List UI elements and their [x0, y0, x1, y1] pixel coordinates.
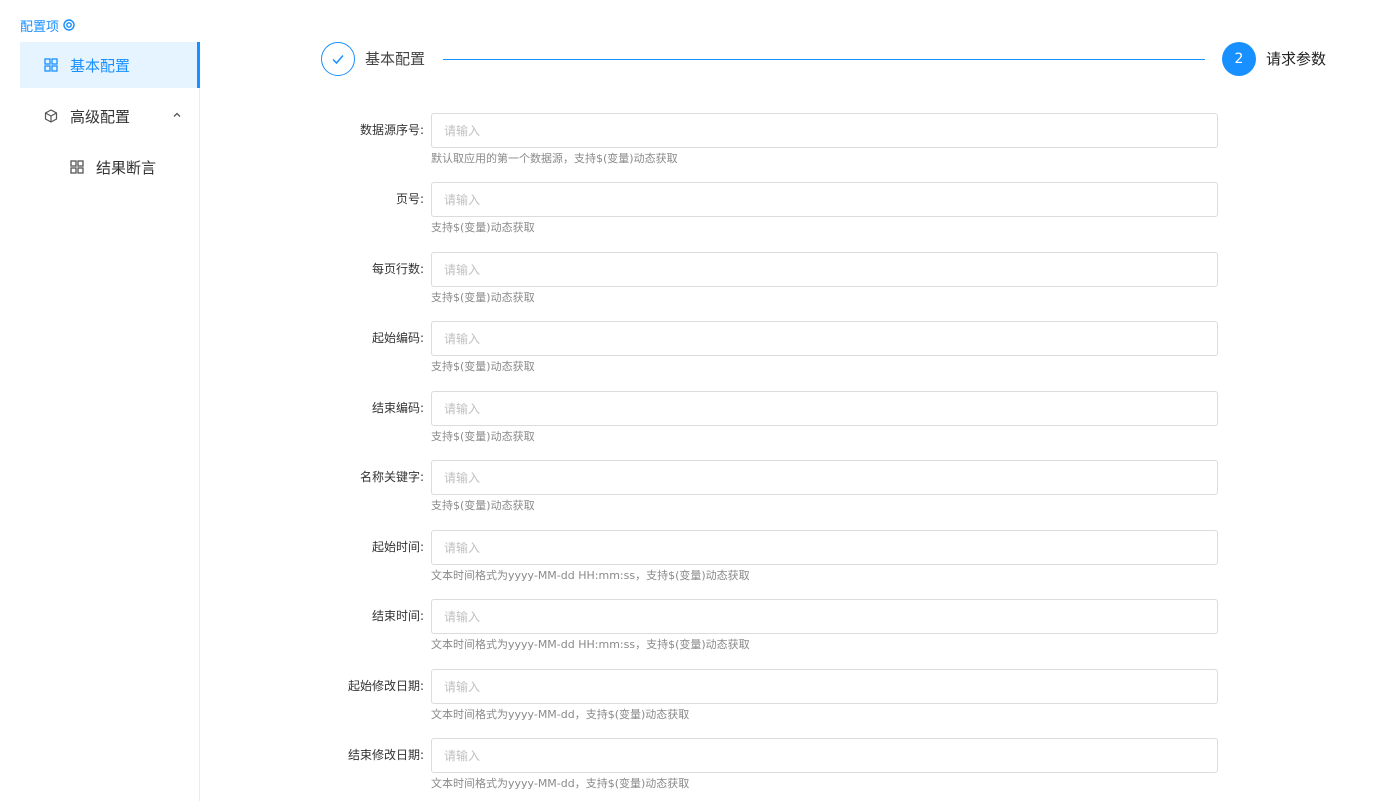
- rows-per-page-label: 每页行数:: [371, 262, 424, 276]
- start-time-input[interactable]: [431, 530, 1218, 565]
- end-time-label: 结束时间:: [371, 609, 424, 623]
- page-number-label: 页号:: [395, 192, 424, 206]
- start-code-input[interactable]: [431, 321, 1218, 356]
- datasource-index-input[interactable]: [431, 113, 1218, 148]
- step-2-indicator[interactable]: 2: [1222, 42, 1256, 76]
- step-1-indicator[interactable]: [321, 42, 355, 76]
- sidebar-item-advanced-config[interactable]: 高级配置: [20, 93, 200, 139]
- form-row-end-time: 结束时间: 文本时间格式为yyyy-MM-dd HH:mm:ss，支持$(变量)…: [300, 599, 1220, 659]
- form-row-start-modify-date: 起始修改日期: 文本时间格式为yyyy-MM-dd，支持$(变量)动态获取: [300, 669, 1220, 729]
- sidebar-item-basic-config[interactable]: 基本配置: [20, 42, 200, 88]
- start-code-help: 支持$(变量)动态获取: [431, 360, 535, 373]
- grid-icon: [70, 160, 84, 174]
- step-2-title[interactable]: 请求参数: [1266, 50, 1326, 68]
- form-row-page-number: 页号: 支持$(变量)动态获取: [300, 182, 1220, 242]
- datasource-index-help: 默认取应用的第一个数据源，支持$(变量)动态获取: [431, 152, 678, 165]
- start-code-label: 起始编码:: [371, 331, 424, 345]
- grid-icon: [44, 58, 58, 72]
- sidebar-header[interactable]: 配置项: [20, 14, 75, 36]
- page: 配置项 基本配置 高级配置 结果断言 基本配置 2 请求参数 数据源序号: 请输…: [0, 0, 1385, 801]
- target-icon[interactable]: [63, 19, 75, 31]
- step-2-number: 2: [1234, 51, 1244, 67]
- sidebar-item-result-assertion[interactable]: 结果断言: [20, 144, 200, 190]
- form-row-end-code: 结束编码: 支持$(变量)动态获取: [300, 391, 1220, 451]
- start-time-help: 文本时间格式为yyyy-MM-dd HH:mm:ss，支持$(变量)动态获取: [431, 569, 750, 582]
- sidebar-header-label: 配置项: [20, 19, 60, 35]
- chevron-up-icon[interactable]: [172, 110, 182, 120]
- step-connector: [443, 59, 1205, 60]
- page-number-input[interactable]: [431, 182, 1218, 217]
- check-icon: [330, 51, 346, 67]
- name-keyword-help: 支持$(变量)动态获取: [431, 499, 535, 512]
- end-code-help: 支持$(变量)动态获取: [431, 430, 535, 443]
- sidebar: 基本配置 高级配置 结果断言: [0, 42, 200, 801]
- sidebar-item-label: 高级配置: [70, 107, 131, 126]
- end-modify-date-input[interactable]: [431, 738, 1218, 773]
- sidebar-item-label: 结果断言: [96, 158, 157, 177]
- form-row-start-time: 起始时间: 文本时间格式为yyyy-MM-dd HH:mm:ss，支持$(变量)…: [300, 530, 1220, 590]
- rows-per-page-help: 支持$(变量)动态获取: [431, 291, 535, 304]
- step-1-title[interactable]: 基本配置: [365, 50, 425, 68]
- form-row-end-modify-date: 结束修改日期: 文本时间格式为yyyy-MM-dd，支持$(变量)动态获取: [300, 738, 1220, 798]
- steps-bar: 基本配置 2 请求参数: [321, 42, 1341, 78]
- start-modify-date-label: 起始修改日期:: [347, 679, 424, 693]
- start-modify-date-help: 文本时间格式为yyyy-MM-dd，支持$(变量)动态获取: [431, 708, 690, 721]
- end-time-help: 文本时间格式为yyyy-MM-dd HH:mm:ss，支持$(变量)动态获取: [431, 638, 750, 651]
- name-keyword-input[interactable]: [431, 460, 1218, 495]
- start-time-label: 起始时间:: [371, 540, 424, 554]
- end-modify-date-label: 结束修改日期:: [347, 748, 424, 762]
- name-keyword-label: 名称关键字:: [359, 470, 424, 484]
- page-number-help: 支持$(变量)动态获取: [431, 221, 535, 234]
- form-row-rows-per-page: 每页行数: 支持$(变量)动态获取: [300, 252, 1220, 312]
- sidebar-item-label: 基本配置: [70, 56, 131, 75]
- start-modify-date-input[interactable]: [431, 669, 1218, 704]
- form-row-start-code: 起始编码: 支持$(变量)动态获取: [300, 321, 1220, 381]
- end-code-label: 结束编码:: [371, 401, 424, 415]
- end-modify-date-help: 文本时间格式为yyyy-MM-dd，支持$(变量)动态获取: [431, 777, 690, 790]
- end-time-input[interactable]: [431, 599, 1218, 634]
- form-row-name-keyword: 名称关键字: 支持$(变量)动态获取: [300, 460, 1220, 520]
- rows-per-page-input[interactable]: [431, 252, 1218, 287]
- form-row-datasource-index: 数据源序号: 默认取应用的第一个数据源，支持$(变量)动态获取: [300, 113, 1220, 173]
- cube-icon: [44, 109, 58, 123]
- datasource-index-label: 数据源序号:: [359, 123, 424, 137]
- end-code-input[interactable]: [431, 391, 1218, 426]
